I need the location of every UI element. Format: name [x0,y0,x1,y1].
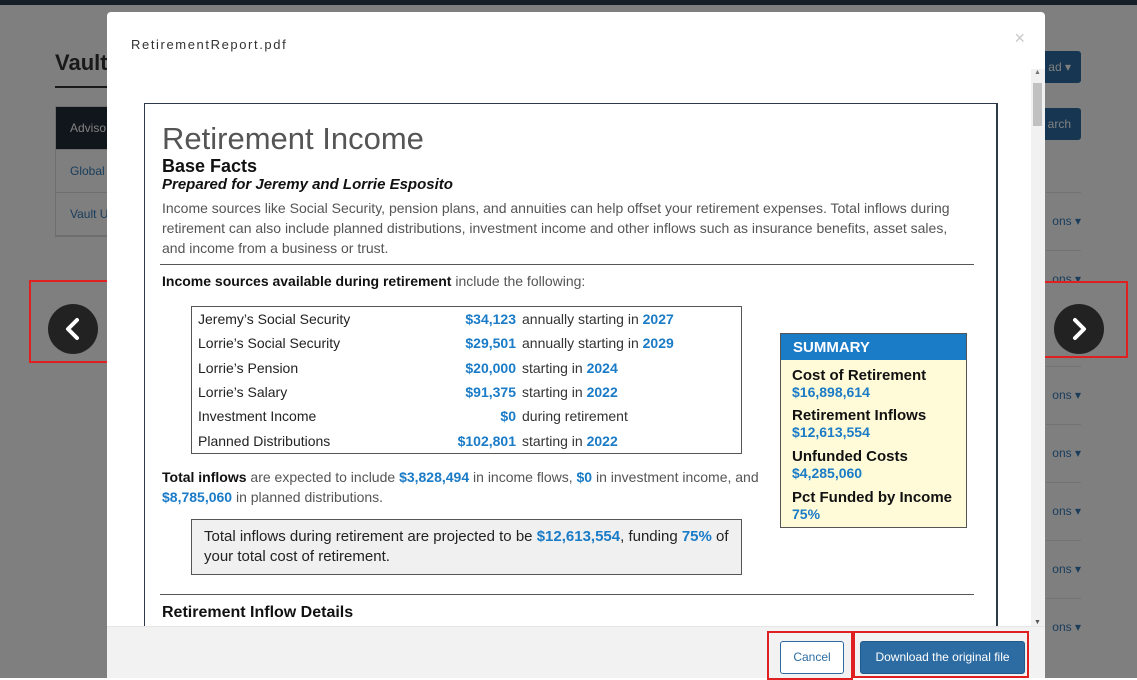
income-name: Lorrie’s Salary [198,384,288,400]
income-name: Planned Distributions [198,433,331,449]
income-name: Jeremy’s Social Security [198,311,351,327]
close-icon[interactable]: × [1014,28,1025,49]
projection-box: Total inflows during retirement are proj… [191,519,742,575]
prepared-for: Prepared for Jeremy and Lorrie Esposito [162,176,453,193]
income-name: Investment Income [198,408,317,424]
summary-value: $12,613,554 [792,424,870,440]
summary-label: Retirement Inflows [792,407,927,424]
section-divider [160,594,974,595]
income-row: Jeremy’s Social Security $34,123 annuall… [192,307,741,331]
intro-paragraph: Income sources like Social Security, pen… [162,200,950,256]
income-desc: starting in 2024 [522,360,618,376]
income-desc: annually starting in 2029 [522,335,674,351]
income-row: Planned Distributions $102,801 starting … [192,429,741,453]
report-title: Retirement Income [162,121,424,156]
income-amount: $102,801 [457,433,516,449]
summary-box: SUMMARY Cost of Retirement $16,898,614 R… [780,333,967,528]
inflow-details-heading: Retirement Inflow Details [162,604,354,621]
summary-label: Cost of Retirement [792,367,927,384]
cancel-highlight-box [767,631,853,680]
income-amount: $0 [500,408,516,424]
summary-item: Pct Funded by Income 75% [792,489,962,523]
income-row: Lorrie’s Social Security $29,501 annuall… [192,331,741,355]
document-scrollbar[interactable]: ▲ ▼ [1031,69,1045,626]
section-divider [160,264,974,265]
income-desc: annually starting in 2027 [522,311,674,327]
summary-item: Cost of Retirement $16,898,614 [792,367,962,401]
summary-label: Pct Funded by Income [792,489,953,506]
next-file-button[interactable] [1054,304,1104,354]
income-row: Lorrie’s Salary $91,375 starting in 2022 [192,380,741,404]
total-inflows-paragraph: Total inflows are expected to include $3… [162,469,759,505]
scroll-thumb[interactable] [1033,83,1042,126]
prev-file-button[interactable] [48,304,98,354]
income-desc: starting in 2022 [522,384,618,400]
pdf-page: Retirement Income Base Facts Prepared fo… [144,103,998,626]
income-desc: during retirement [522,408,628,424]
scroll-up-arrow-icon[interactable]: ▲ [1034,69,1041,76]
income-row: Investment Income $0 during retirement [192,404,741,428]
sources-heading: Income sources available during retireme… [162,273,586,289]
chevron-right-icon [1073,318,1086,340]
income-name: Lorrie’s Social Security [198,335,341,351]
pdf-preview-modal: RetirementReport.pdf × Retirement Income… [107,12,1045,678]
income-amount: $20,000 [465,360,516,376]
scroll-down-arrow-icon[interactable]: ▼ [1034,619,1041,626]
income-amount: $34,123 [465,311,516,327]
income-name: Lorrie’s Pension [198,360,299,376]
income-amount: $91,375 [465,384,516,400]
modal-title: RetirementReport.pdf [131,37,288,52]
summary-item: Retirement Inflows $12,613,554 [792,407,962,441]
income-sources-table: Jeremy’s Social Security $34,123 annuall… [191,306,742,454]
summary-label: Unfunded Costs [792,448,908,465]
download-highlight-box [853,631,1029,678]
summary-heading: SUMMARY [781,334,966,360]
income-amount: $29,501 [465,335,516,351]
income-desc: starting in 2022 [522,433,618,449]
summary-value: $4,285,060 [792,465,863,481]
report-subtitle: Base Facts [162,156,258,176]
summary-value: $16,898,614 [792,384,870,400]
summary-value: 75% [792,506,821,522]
projection-text: Total inflows during retirement are proj… [204,528,729,565]
document-viewer[interactable]: Retirement Income Base Facts Prepared fo… [107,69,1045,626]
income-row: Lorrie’s Pension $20,000 starting in 202… [192,356,741,380]
summary-item: Unfunded Costs $4,285,060 [792,448,962,482]
chevron-left-icon [66,318,79,340]
